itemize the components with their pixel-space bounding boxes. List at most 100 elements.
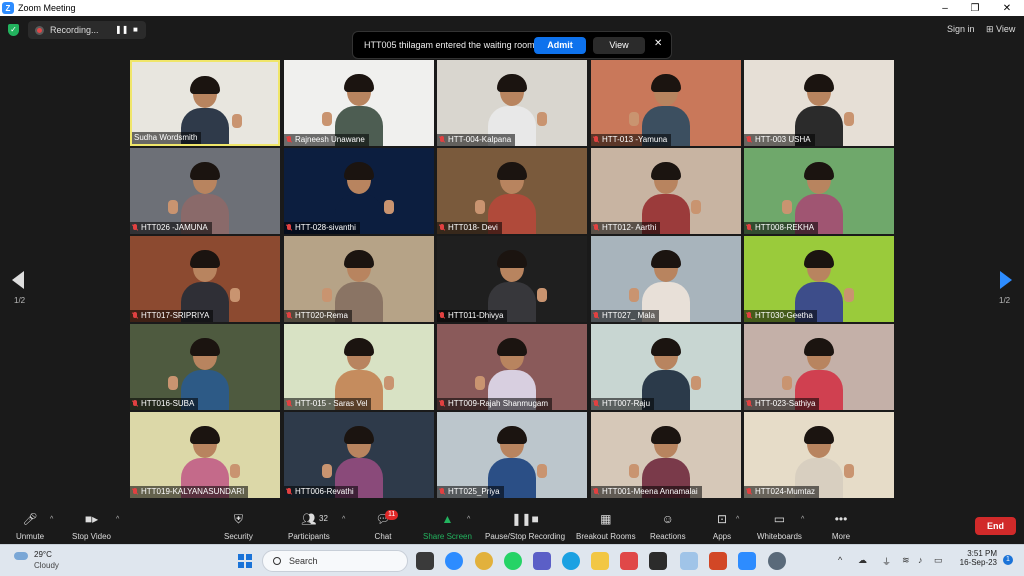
powerpoint-icon[interactable] — [709, 552, 727, 570]
pause-recording-icon[interactable]: ❚❚ — [115, 25, 128, 34]
recording-dot-icon — [35, 25, 44, 35]
participant-video-tile[interactable]: HTT025_Priya — [437, 412, 587, 498]
participant-video-tile[interactable]: HTT011-Dhivya — [437, 236, 587, 322]
thumbs-up-icon — [537, 288, 547, 302]
whatsapp-icon[interactable] — [504, 552, 522, 570]
encryption-shield-icon[interactable]: ✓ — [8, 24, 19, 36]
participant-video-tile[interactable]: HTT-003 USHA — [744, 60, 894, 146]
muted-mic-icon — [593, 312, 599, 320]
previous-page-arrow-icon[interactable] — [12, 271, 24, 289]
participant-video-tile[interactable]: HTT012- Aarthi — [591, 148, 741, 234]
whiteboards-button[interactable]: ▭ Whiteboards — [757, 511, 802, 543]
app-dark-icon[interactable] — [649, 552, 667, 570]
participant-video-tile[interactable]: Sudha Wordsmith — [130, 60, 280, 146]
volume-icon[interactable]: ♪ — [918, 555, 923, 565]
file-explorer-icon[interactable] — [591, 552, 609, 570]
breakout-rooms-button[interactable]: ▦ Breakout Rooms — [576, 511, 636, 543]
participant-name: Sudha Wordsmith — [134, 133, 198, 142]
maximize-button[interactable]: ❐ — [960, 0, 990, 16]
participant-video-tile[interactable]: HTT018- Devi — [437, 148, 587, 234]
tray-overflow-icon[interactable]: ^ — [838, 555, 842, 565]
participant-name-label: HTT-028-sivanthi — [284, 222, 360, 234]
security-button[interactable]: ⛨ Security — [224, 511, 253, 543]
security-shield-icon: ⛨ — [233, 511, 243, 526]
apps-caret-icon[interactable]: ^ — [736, 516, 739, 523]
unmute-button[interactable]: 🎤︎ Unmute — [16, 511, 44, 543]
thumbs-up-icon — [537, 464, 547, 478]
notepad-icon[interactable] — [680, 552, 698, 570]
waiting-room-notification: HTT005 thilagam entered the waiting room… — [352, 31, 672, 59]
participant-video-tile[interactable]: HTT017-SRIPRIYA — [130, 236, 280, 322]
muted-mic-icon — [132, 312, 138, 320]
wifi-icon[interactable]: ≋ — [902, 555, 910, 566]
participant-video-tile[interactable]: HTT019-KALYANASUNDARI — [130, 412, 280, 498]
windows-start-icon[interactable] — [238, 554, 252, 568]
participant-video-tile[interactable]: HTT030-Geetha — [744, 236, 894, 322]
participant-video-tile[interactable]: HTT026 -JAMUNA — [130, 148, 280, 234]
audio-options-caret-icon[interactable]: ^ — [50, 516, 53, 523]
participant-name-label: HTT026 -JAMUNA — [130, 222, 212, 234]
share-options-caret-icon[interactable]: ^ — [467, 516, 470, 523]
participant-video-tile[interactable]: HTT-023-Sathiya — [744, 324, 894, 410]
minimize-button[interactable]: – — [930, 0, 960, 16]
participant-video-tile[interactable]: HTT007-Raju — [591, 324, 741, 410]
sign-in-link[interactable]: Sign in — [947, 24, 975, 34]
chrome-icon[interactable] — [475, 552, 493, 570]
participant-video-tile[interactable]: HTT-028-sivanthi — [284, 148, 434, 234]
zoom-meeting-taskbar-icon[interactable] — [738, 552, 756, 570]
participant-video-tile[interactable]: HTT009-Rajah Shanmugam — [437, 324, 587, 410]
app-round-icon[interactable] — [768, 552, 786, 570]
participant-video-tile[interactable]: HTT027_ Mala — [591, 236, 741, 322]
participant-video-tile[interactable]: Rajneesh Unawane — [284, 60, 434, 146]
participants-caret-icon[interactable]: ^ — [342, 516, 345, 523]
participant-video-tile[interactable]: HTT024-Mumtaz — [744, 412, 894, 498]
stop-video-button[interactable]: ■▸ Stop Video — [72, 511, 111, 543]
view-waiting-room-button[interactable]: View — [593, 37, 645, 54]
participant-name: HTT025_Priya — [448, 487, 500, 496]
app-red-icon[interactable] — [620, 552, 638, 570]
participant-video-tile[interactable]: HTT-004-Kalpana — [437, 60, 587, 146]
zoom-app-icon[interactable] — [445, 552, 463, 570]
close-window-button[interactable]: ✕ — [992, 0, 1022, 16]
pause-stop-recording-button[interactable]: ❚❚■ Pause/Stop Recording — [485, 511, 565, 543]
participant-name-label: HTT-015 - Saras Vel — [284, 398, 372, 410]
share-screen-button[interactable]: ▲ Share Screen — [423, 511, 472, 543]
participant-video-tile[interactable]: HTT008-REKHA — [744, 148, 894, 234]
participant-video-tile[interactable]: HTT001-Meena Annamalai — [591, 412, 741, 498]
muted-mic-icon — [593, 488, 599, 496]
task-view-icon[interactable] — [416, 552, 434, 570]
participant-name: HTT-004-Kalpana — [448, 135, 512, 144]
clock-date: 16-Sep-23 — [959, 558, 997, 567]
teams-icon[interactable] — [533, 552, 551, 570]
cloud-sync-icon[interactable]: ☁ — [858, 555, 867, 566]
stop-recording-icon[interactable]: ■ — [133, 25, 138, 34]
thumbs-up-icon — [691, 200, 701, 214]
end-meeting-button[interactable]: End — [975, 517, 1016, 535]
usb-icon[interactable]: ⏚ — [882, 555, 891, 568]
next-page-arrow-icon[interactable] — [1000, 271, 1012, 289]
more-button[interactable]: ••• More — [831, 511, 851, 543]
participant-video-tile[interactable]: HTT-013 -Yamuna — [591, 60, 741, 146]
taskbar-search-box[interactable]: Search — [262, 550, 408, 572]
edge-icon[interactable] — [562, 552, 580, 570]
video-options-caret-icon[interactable]: ^ — [116, 516, 119, 523]
view-menu-button[interactable]: ⊞ View — [986, 24, 1015, 35]
participant-name-label: HTT009-Rajah Shanmugam — [437, 398, 553, 410]
notification-badge[interactable]: 1 — [1003, 555, 1013, 565]
muted-mic-icon — [286, 488, 292, 496]
apps-button[interactable]: ⊡ Apps — [712, 511, 732, 543]
whiteboards-caret-icon[interactable]: ^ — [801, 516, 804, 523]
participant-video-tile[interactable]: HTT020-Rema — [284, 236, 434, 322]
participant-video-tile[interactable]: HTT-015 - Saras Vel — [284, 324, 434, 410]
participant-video-tile[interactable]: HTT006-Revathi — [284, 412, 434, 498]
video-gallery-grid: Sudha Wordsmith Rajneesh Unawane HTT-004-K… — [130, 60, 894, 498]
battery-icon[interactable]: ▭ — [934, 555, 943, 566]
unmute-label: Unmute — [16, 532, 45, 541]
reactions-button[interactable]: ☺ Reactions — [650, 511, 686, 543]
participant-video-tile[interactable]: HTT016-SUBA — [130, 324, 280, 410]
close-notification-icon[interactable]: ✕ — [654, 38, 662, 49]
system-clock[interactable]: 3:51 PM 16-Sep-23 — [955, 549, 997, 567]
admit-button[interactable]: Admit — [534, 37, 586, 54]
waiting-room-message: HTT005 thilagam entered the waiting room — [364, 40, 535, 50]
participant-name-label: HTT030-Geetha — [744, 310, 817, 322]
